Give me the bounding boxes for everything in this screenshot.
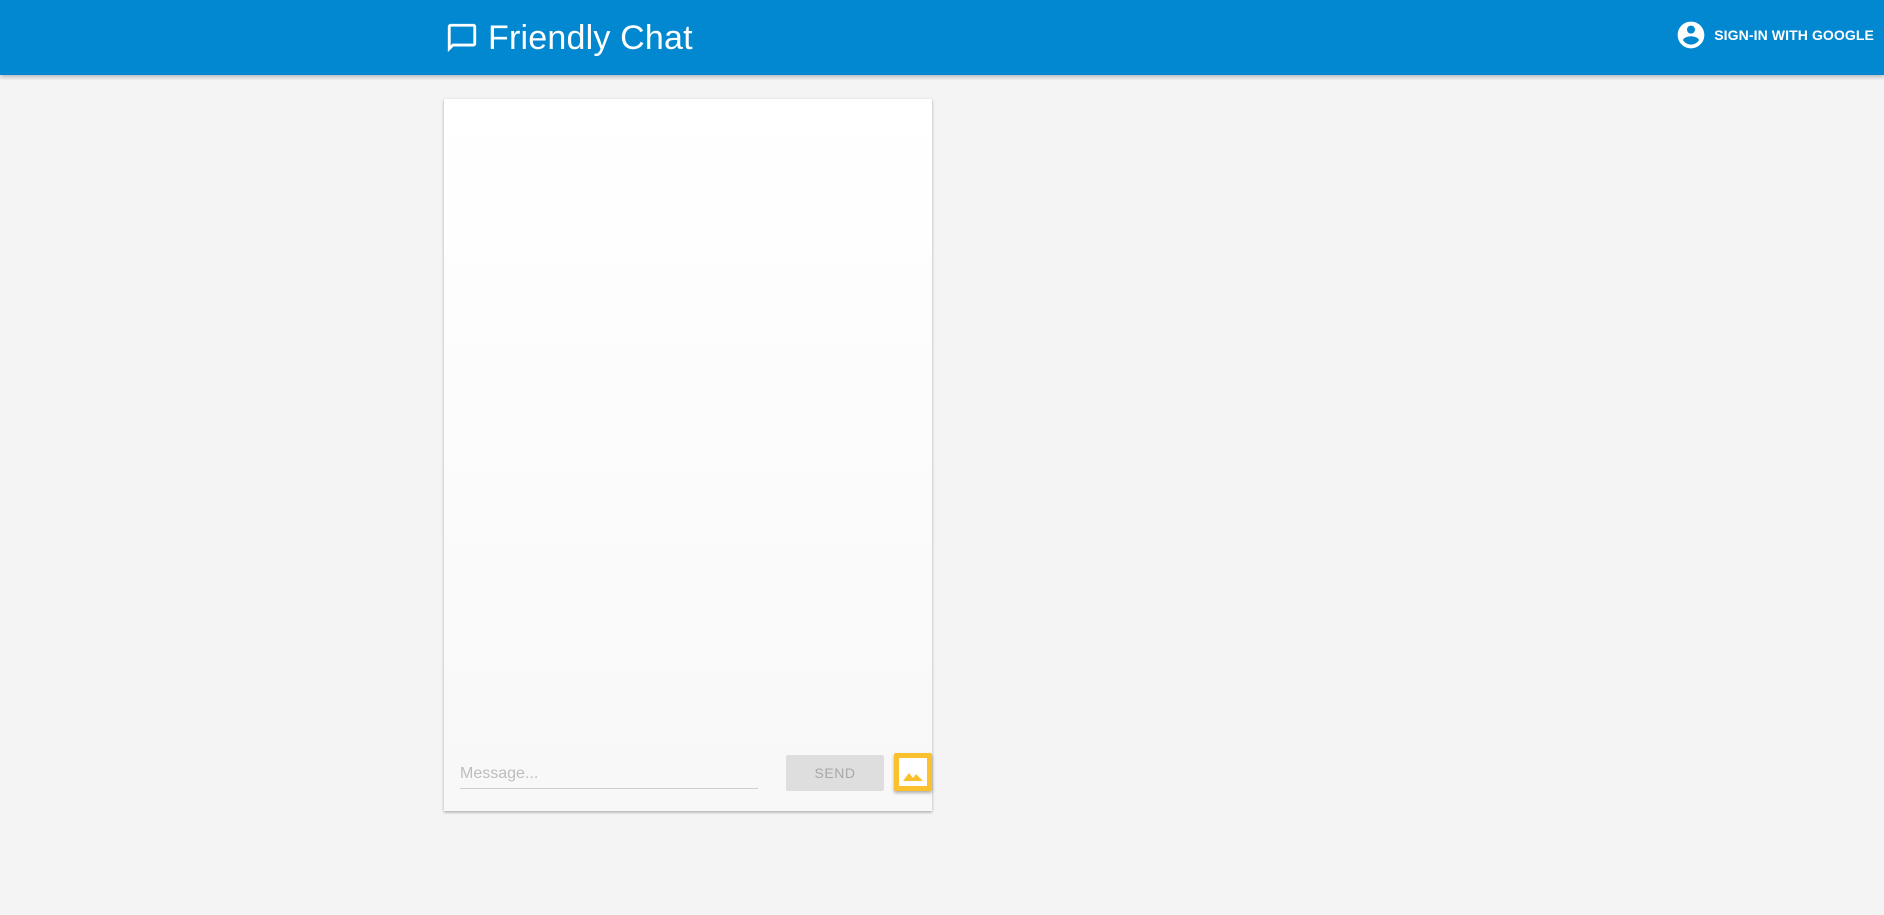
- messages-card: SEND: [444, 99, 932, 811]
- app-title: Friendly Chat: [488, 19, 693, 57]
- brand: Friendly Chat: [444, 18, 693, 58]
- app-header: Friendly Chat SIGN-IN WITH GOOGLE: [0, 0, 1884, 75]
- message-input[interactable]: [460, 760, 758, 789]
- message-form: SEND: [460, 753, 932, 793]
- account-circle-icon: [1675, 19, 1707, 51]
- image-icon: [899, 758, 927, 786]
- chat-bubble-icon: [444, 20, 480, 56]
- upload-image-button[interactable]: [894, 753, 932, 791]
- send-button[interactable]: SEND: [786, 755, 884, 791]
- sign-in-button[interactable]: SIGN-IN WITH GOOGLE: [1669, 17, 1884, 53]
- sign-in-label: SIGN-IN WITH GOOGLE: [1714, 27, 1874, 43]
